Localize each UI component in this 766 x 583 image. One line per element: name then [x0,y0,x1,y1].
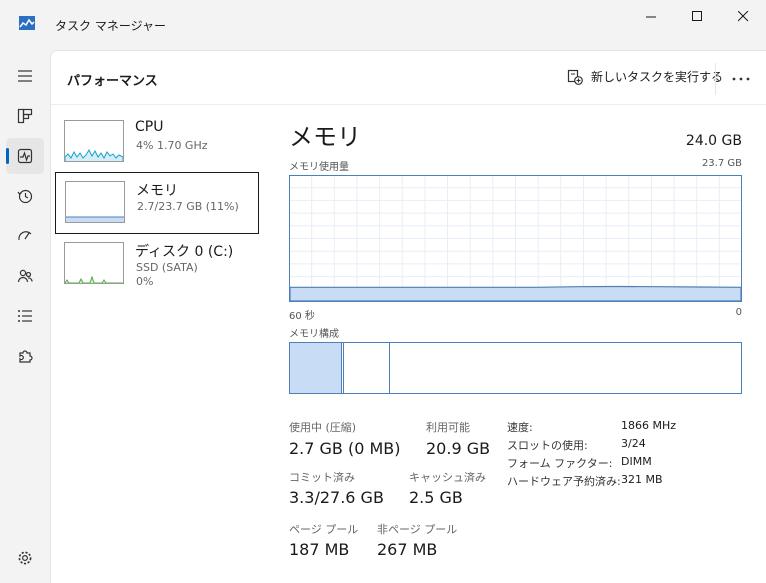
nonpaged-pool-value: 267 MB [377,540,438,559]
nav-performance[interactable] [6,138,44,174]
paged-pool-value: 187 MB [289,540,350,559]
details-list-icon [18,310,32,322]
axis-right-label: 0 [735,307,742,318]
composition-in-use [290,343,342,393]
main-panel: パフォーマンス 新しいタスクを実行する CPU 4% 1.70 GHz メモリ … [50,50,766,583]
nav-users[interactable] [6,258,44,294]
more-icon [732,77,750,81]
hamburger-icon [18,70,32,82]
disk-card-usage: 0% [136,275,154,288]
cpu-card-name: CPU [135,119,164,135]
slots-value: 3/24 [621,437,646,450]
in-use-value: 2.7 GB (0 MB) [289,439,401,458]
memory-usage-max: 23.7 GB [701,158,742,169]
menu-button[interactable] [6,58,44,94]
nonpaged-pool-label: 非ページ プール [377,523,458,536]
maximize-button[interactable] [674,0,720,32]
header-separator [51,104,766,105]
disk-mini-graph [64,275,123,284]
speed-value: 1866 MHz [621,419,677,432]
close-icon [737,10,748,21]
nav-settings[interactable] [6,540,44,576]
cached-value: 2.5 GB [409,488,463,507]
available-value: 20.9 GB [426,439,491,458]
memory-mini-graph [66,216,124,222]
cached-label: キャッシュ済み [409,471,486,484]
memory-usage-area [289,285,742,302]
memory-thumbnail-graph [65,181,125,223]
hardware-reserved-label: ハードウェア予約済み: [507,475,621,488]
composition-modified [343,343,390,393]
disk-card[interactable]: ディスク 0 (C:) SSD (SATA) 0% [55,234,259,296]
more-options-button[interactable] [727,65,755,93]
axis-left-label: 60 秒 [289,311,315,322]
nav-processes[interactable] [6,98,44,134]
performance-icon [17,148,33,164]
form-factor-label: フォーム ファクター: [507,457,613,470]
run-new-task-label: 新しいタスクを実行する [591,70,724,84]
memory-composition-bar [289,342,742,394]
title-bar: タスク マネージャー [0,0,766,50]
cpu-mini-graph [64,148,124,161]
disk-card-type: SSD (SATA) [136,261,198,274]
history-icon [17,189,33,204]
memory-card[interactable]: メモリ 2.7/23.7 GB (11%) [55,172,259,234]
run-new-task-button[interactable]: 新しいタスクを実行する [567,68,723,85]
gear-icon [18,551,32,565]
minimize-icon [645,16,656,17]
memory-usage-label: メモリ使用量 [289,162,349,173]
minimize-button[interactable] [628,0,674,32]
memory-card-sub: 2.7/23.7 GB (11%) [137,200,239,213]
processes-icon [17,108,33,124]
nav-services[interactable] [6,338,44,374]
speed-label: 速度: [507,421,533,434]
committed-label: コミット済み [289,471,355,484]
navigation-sidebar [0,50,50,583]
users-icon [17,269,33,283]
hardware-reserved-value: 321 MB [621,473,663,486]
in-use-label: 使用中 (圧縮) [289,421,357,434]
cpu-thumbnail-graph [64,120,124,162]
disk-thumbnail-graph [64,242,124,284]
task-manager-icon [19,16,35,30]
header-divider [715,63,716,95]
maximize-icon [691,10,702,21]
committed-value: 3.3/27.6 GB [289,488,384,507]
memory-total: 24.0 GB [685,133,742,149]
disk-card-name: ディスク 0 (C:) [135,244,234,260]
close-button[interactable] [720,0,766,32]
nav-app-history[interactable] [6,178,44,214]
memory-title: メモリ [289,123,361,151]
cpu-card-sub: 4% 1.70 GHz [136,139,208,152]
nav-startup-apps[interactable] [6,218,44,254]
paged-pool-label: ページ プール [289,523,359,536]
startup-gauge-icon [18,231,32,241]
page-title: パフォーマンス [67,74,158,89]
available-label: 利用可能 [426,421,470,434]
slots-label: スロットの使用: [507,439,588,452]
window-title: タスク マネージャー [55,19,166,33]
nav-details[interactable] [6,298,44,334]
cpu-card[interactable]: CPU 4% 1.70 GHz [55,112,259,174]
memory-composition-label: メモリ構成 [289,329,339,340]
services-puzzle-icon [19,350,33,363]
new-task-icon [567,69,583,85]
memory-usage-graph [289,175,742,302]
active-indicator [6,148,9,164]
memory-card-name: メモリ [136,183,178,199]
form-factor-value: DIMM [621,455,652,468]
